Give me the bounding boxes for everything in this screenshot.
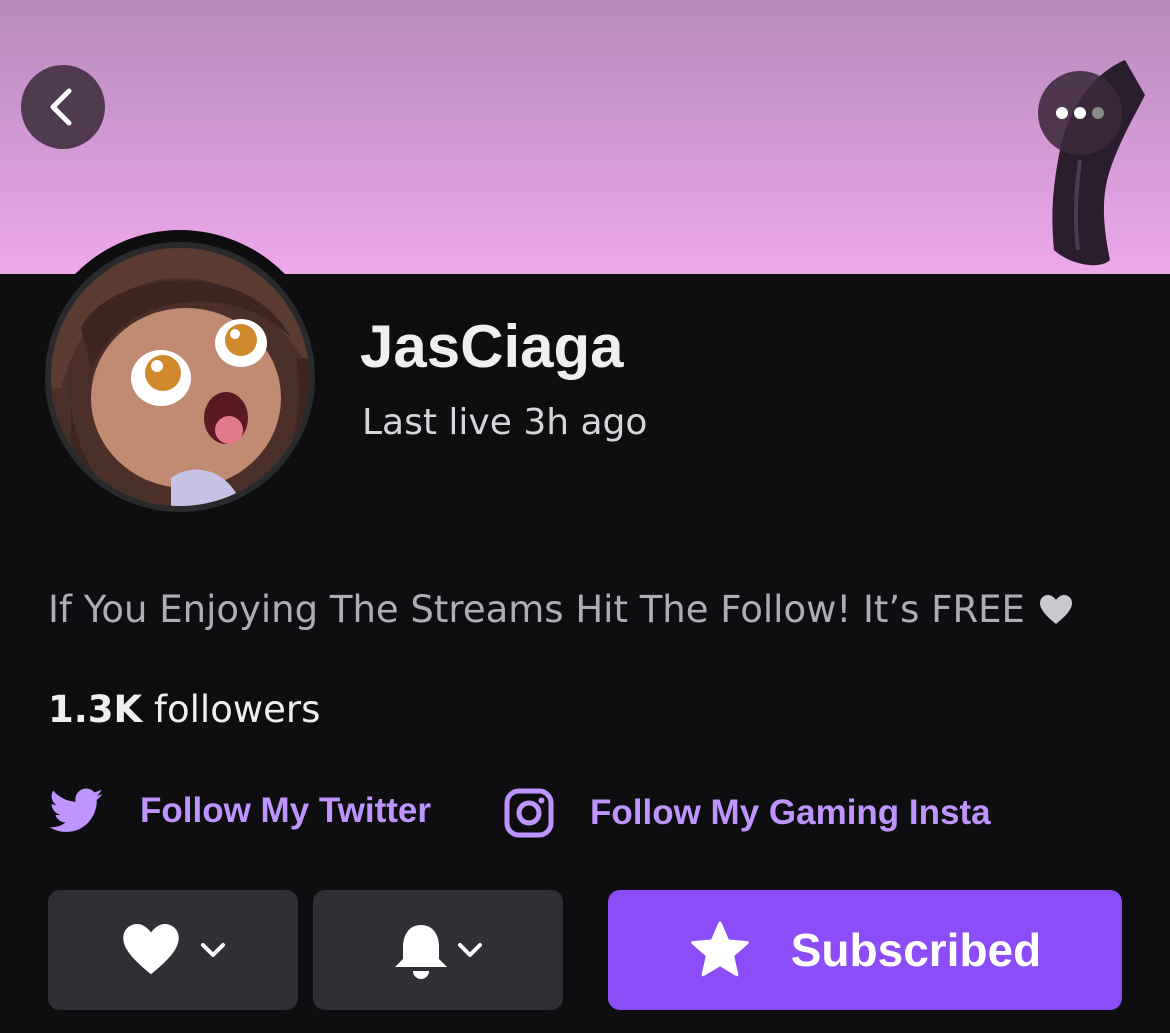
chevron-left-icon [43,87,83,127]
bell-icon [393,921,449,979]
avatar[interactable] [45,242,315,512]
more-options-button[interactable] [1038,71,1122,155]
follow-button[interactable] [48,890,298,1010]
star-icon [689,921,751,979]
instagram-link[interactable]: Follow My Gaming Insta [504,788,991,838]
followers-number: 1.3K [48,688,143,731]
back-button[interactable] [21,65,105,149]
chevron-down-icon [200,942,226,958]
channel-bio: If You Enjoying The Streams Hit The Foll… [48,588,1073,631]
instagram-link-label: Follow My Gaming Insta [590,793,991,832]
more-options-icon [1055,106,1105,120]
twitter-link[interactable]: Follow My Twitter [50,788,431,834]
subscribe-button[interactable]: Subscribed [608,890,1122,1010]
subscribe-label: Subscribed [790,924,1042,976]
live-status: Last live 3h ago [362,402,648,443]
twitter-icon [50,788,104,834]
notifications-button[interactable] [313,890,563,1010]
followers-label: followers [153,688,321,731]
heart-icon [120,924,182,976]
avatar-ring [33,230,327,524]
twitter-link-label: Follow My Twitter [140,791,432,830]
bio-text: If You Enjoying The Streams Hit The Foll… [48,588,1025,631]
instagram-icon [504,788,554,838]
followers-count: 1.3K followers [48,688,320,731]
chevron-down-icon [457,942,483,958]
channel-name: JasCiaga [360,313,624,380]
heart-icon [1039,594,1073,625]
